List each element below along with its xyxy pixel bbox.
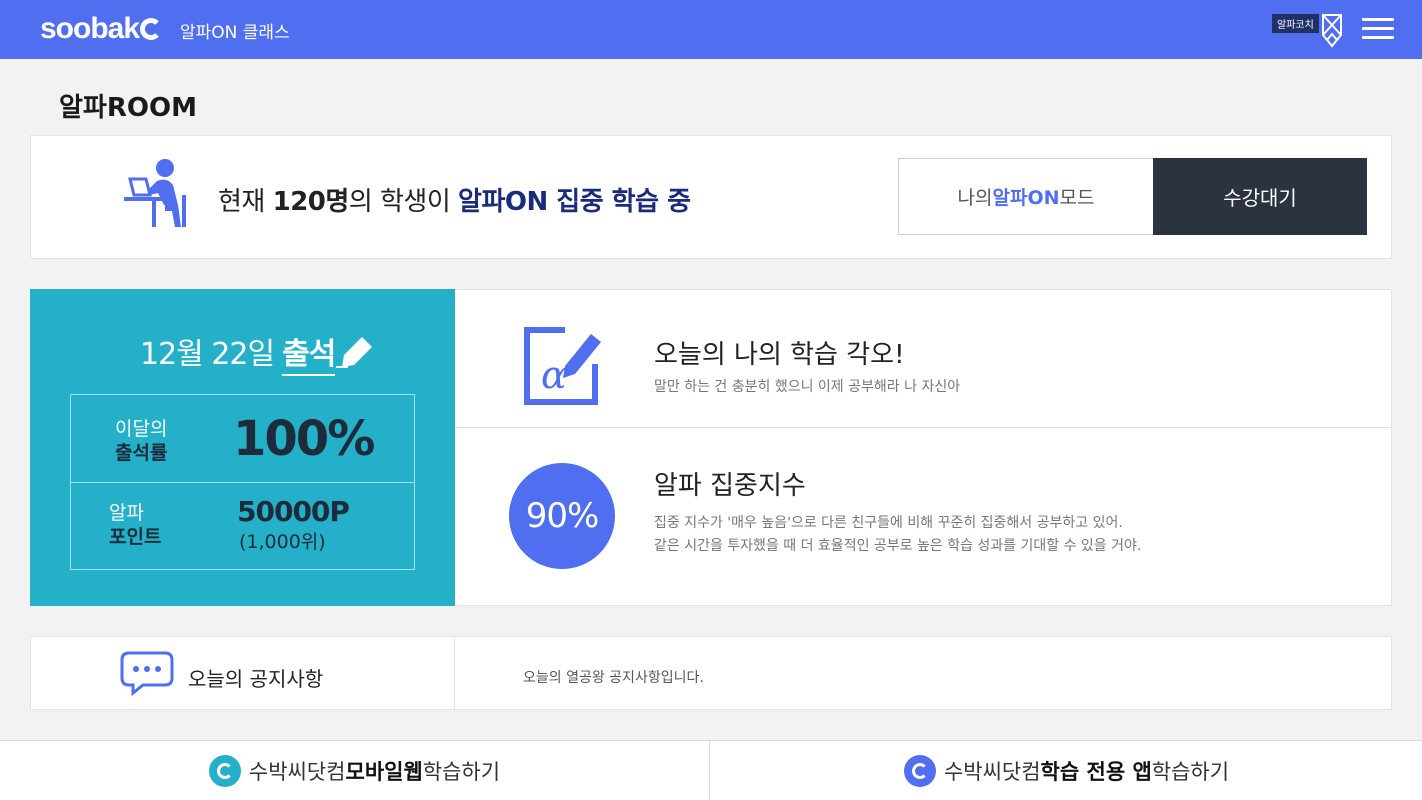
attendance-stats-table: 이달의 출석률 100% 알파 포인트 50000P (1,000위): [70, 394, 415, 570]
chat-bubble-icon: [120, 651, 174, 696]
alpha-point-value: 50000P: [237, 495, 350, 528]
focus-index-title: 알파 집중지수: [654, 471, 806, 501]
svg-text:α: α: [541, 353, 567, 397]
dedicated-app-study-button[interactable]: 수박씨닷컴 학습 전용 앱 학습하기: [711, 741, 1422, 800]
notice-label: 오늘의 공지사항: [188, 667, 324, 691]
my-mode-label: 나의 알파ON 모드: [898, 158, 1154, 235]
focus-index-desc-1: 집중 지수가 '매우 높음'으로 다른 친구들에 비해 꾸준히 집중해서 공부하…: [654, 515, 1123, 531]
alpha-coach-button[interactable]: 알파코치: [1272, 13, 1348, 49]
soobak-logo[interactable]: soobak: [40, 10, 163, 48]
waiting-status-button[interactable]: 수강대기: [1153, 158, 1367, 235]
focus-index-desc-2: 같은 시간을 투자했을 때 더 효율적인 공부로 높은 학습 성과를 기대할 수…: [654, 538, 1142, 554]
resolution-text: 말만 하는 건 충분히 했으니 이제 공부해라 나 자신아: [654, 379, 961, 395]
study-info-panel: α 오늘의 나의 학습 각오! 말만 하는 건 충분히 했으니 이제 공부해라 …: [455, 289, 1392, 606]
bottom-bar: 수박씨닷컴 모바일웹 학습하기 수박씨닷컴 학습 전용 앱 학습하기: [0, 740, 1422, 800]
studying-student-icon: [124, 159, 186, 227]
top-bar: soobak 알파ON 클래스 알파코치: [0, 0, 1422, 59]
soobak-blue-icon: [903, 755, 936, 787]
hamburger-menu-icon[interactable]: [1362, 18, 1394, 40]
attendance-rate-value: 100%: [233, 411, 375, 467]
attendance-rate-row: 이달의 출석률 100%: [115, 411, 375, 467]
attendance-panel: 12월 22일 출석 이달의 출석률 100% 알파 포인트 50000P (1,00…: [30, 289, 455, 606]
panel-divider: [455, 427, 1391, 428]
live-status-card: 현재 120명의 학생이 알파ON 집중 학습 중 나의 알파ON 모드 수강대…: [30, 135, 1392, 259]
resolution-title: 오늘의 나의 학습 각오!: [654, 340, 905, 370]
pencil-icon: [336, 337, 372, 368]
live-student-headline: 현재 120명의 학생이 알파ON 집중 학습 중: [218, 187, 691, 217]
alpha-pen-icon: α: [524, 327, 601, 405]
attendance-title: 12월 22일 출석: [140, 329, 336, 376]
page-title: 알파ROOM: [59, 93, 197, 123]
app-name: 알파ON 클래스: [180, 23, 290, 43]
mobile-web-study-button[interactable]: 수박씨닷컴 모바일웹 학습하기: [0, 741, 710, 800]
logo-mark-icon: [140, 18, 163, 40]
alpha-point-row: 알파 포인트 50000P (1,000위): [71, 482, 414, 570]
focus-index-badge: 90%: [509, 463, 615, 569]
coach-badge: 알파코치: [1272, 14, 1319, 33]
soobak-teal-icon: [208, 755, 241, 787]
student-count: 120명: [272, 187, 350, 217]
notice-text: 오늘의 열공왕 공지사항입니다.: [523, 670, 704, 686]
coach-icon: [1322, 14, 1342, 48]
alpha-point-rank: (1,000위): [239, 531, 326, 553]
notice-bar[interactable]: 오늘의 공지사항 오늘의 열공왕 공지사항입니다.: [30, 636, 1392, 710]
